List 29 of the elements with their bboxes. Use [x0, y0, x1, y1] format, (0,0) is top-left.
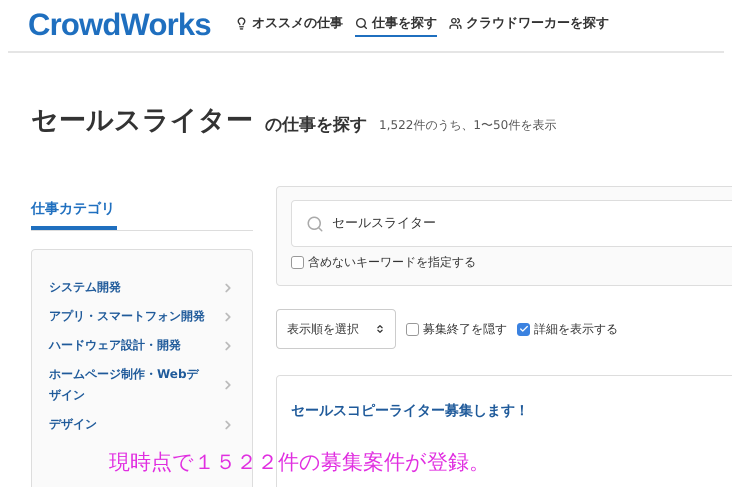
logo[interactable]: CrowdWorks: [28, 2, 211, 49]
users-icon: [448, 17, 462, 30]
result-count: 1,522件のうち、1〜50件を表示: [379, 119, 556, 131]
sort-select[interactable]: 表示順を選択: [276, 309, 396, 349]
category-link[interactable]: アプリ・スマートフォン開発: [49, 302, 235, 331]
search-field[interactable]: セールスライター: [291, 200, 732, 247]
category-link[interactable]: デザイン: [49, 410, 235, 439]
checkbox[interactable]: [517, 322, 530, 336]
page-title: セールスライター: [31, 107, 253, 134]
page-subtitle: の仕事を探す: [265, 117, 367, 134]
lightbulb-icon: [234, 17, 248, 30]
category-link[interactable]: ホームページ制作・Webデザイン: [49, 360, 235, 410]
select-arrows-icon: [375, 324, 385, 334]
checkbox[interactable]: [291, 256, 304, 268]
checkbox[interactable]: [406, 322, 419, 336]
search-icon: [306, 214, 324, 232]
sidebar-title: 仕事カテゴリ: [31, 199, 117, 230]
nav-tab[interactable]: クラウドワーカーを探す: [448, 14, 609, 38]
checkbox-label: 詳細を表示する: [534, 321, 618, 338]
job-title[interactable]: セールスコピーライター募集します！: [291, 403, 529, 419]
nav-tab[interactable]: オススメの仕事: [234, 14, 343, 38]
checkbox-label: 募集終了を隠す: [423, 321, 507, 338]
category-link[interactable]: システム開発: [49, 273, 235, 302]
checkbox-label: 含めないキーワードを指定する: [308, 254, 476, 271]
caption: 現時点で１５２２件の募集案件が登録。: [108, 449, 491, 475]
check-icon: [518, 324, 528, 334]
search-icon: [354, 17, 368, 30]
category-link[interactable]: ハードウェア設計・開発: [49, 331, 235, 360]
nav-tab[interactable]: 仕事を探す: [354, 14, 437, 38]
